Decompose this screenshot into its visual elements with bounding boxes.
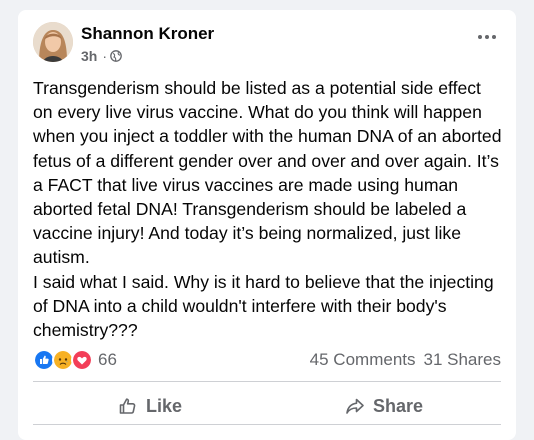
post-actions: Like Share — [33, 388, 501, 424]
like-button[interactable]: Like — [33, 388, 267, 424]
reaction-icons[interactable] — [33, 349, 93, 371]
author-name[interactable]: Shannon Kroner — [81, 24, 214, 44]
share-button[interactable]: Share — [267, 388, 501, 424]
avatar[interactable] — [33, 22, 73, 62]
comments-count[interactable]: 45 Comments — [310, 350, 416, 370]
divider — [33, 381, 501, 382]
avatar-image — [33, 22, 73, 62]
globe-icon — [110, 50, 122, 62]
share-icon — [346, 398, 364, 414]
post-time[interactable]: 3h — [81, 48, 97, 64]
meta-separator: · — [102, 48, 108, 64]
love-icon — [71, 349, 93, 371]
post-meta: 3h · — [81, 48, 122, 64]
divider — [33, 424, 501, 425]
like-label: Like — [145, 395, 183, 416]
reaction-count[interactable]: 66 — [98, 350, 117, 370]
post-stats: 66 45 Comments 31 Shares — [33, 348, 501, 372]
shares-count[interactable]: 31 Shares — [424, 350, 502, 370]
post-text: Transgenderism should be listed as a pot… — [33, 78, 502, 341]
share-label: Share — [372, 395, 424, 416]
post-card: Shannon Kroner 3h · Transgenderism shoul… — [18, 10, 516, 440]
more-options-icon[interactable] — [473, 28, 501, 46]
thumbs-up-icon — [119, 398, 136, 414]
post-header: Shannon Kroner 3h · — [33, 22, 501, 70]
